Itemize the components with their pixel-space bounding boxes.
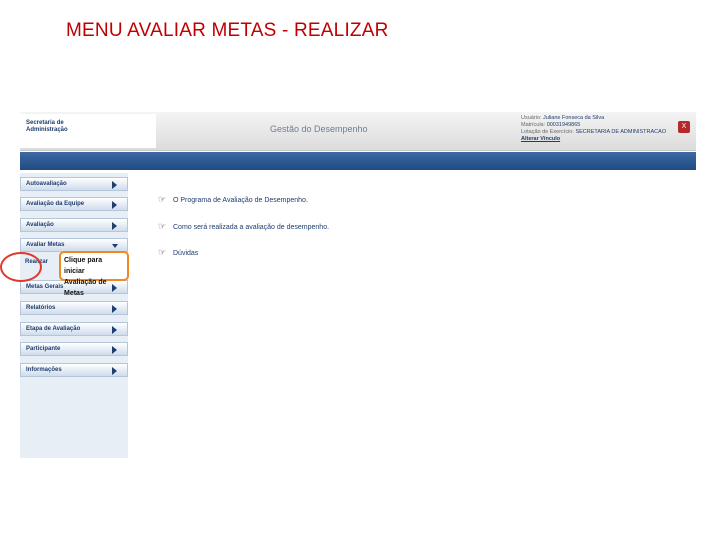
org-logo-box: Secretaria de Administração xyxy=(20,114,156,148)
content-link-como-sera[interactable]: ☞ Como será realizada a avaliação de dese… xyxy=(158,221,329,232)
menu-item-label: Avaliação xyxy=(26,222,54,228)
change-link[interactable]: Alterar Vínculo xyxy=(521,136,681,143)
content-link-duvidas[interactable]: ☞ Dúvidas xyxy=(158,247,198,258)
menu-item-label: Metas Gerais xyxy=(26,284,64,290)
side-menu: Autoavaliação Avaliação da Equipe Avalia… xyxy=(20,173,128,458)
registration-value: 00031949865 xyxy=(546,122,581,128)
menu-item-participante[interactable]: Participante xyxy=(20,342,128,356)
pointing-hand-icon: ☞ xyxy=(158,247,167,257)
menu-item-label: Informações xyxy=(26,367,62,373)
chevron-right-icon xyxy=(112,201,117,209)
menu-item-etapa-avaliacao[interactable]: Etapa de Avaliação xyxy=(20,322,128,336)
menu-item-informacoes[interactable]: Informações xyxy=(20,363,128,377)
menu-item-label: Avaliação da Equipe xyxy=(26,201,85,207)
menu-item-label: Relatórios xyxy=(26,305,56,311)
unit-value: SECRETARIA DE ADMINISTRACAO xyxy=(575,129,667,135)
instruction-callout: Clique para iniciar Avaliação de Metas xyxy=(59,251,129,297)
menu-item-label: Autoavaliação xyxy=(26,181,67,187)
menu-item-relatorios[interactable]: Relatórios xyxy=(20,301,128,315)
menu-item-autoavaliacao[interactable]: Autoavaliação xyxy=(20,177,128,191)
menu-item-avaliacao[interactable]: Avaliação xyxy=(20,218,128,232)
slide-title: MENU AVALIAR METAS - REALIZAR xyxy=(66,20,389,41)
chevron-right-icon xyxy=(112,367,117,375)
pointing-hand-icon: ☞ xyxy=(158,194,167,204)
callout-line-2: Avaliação de Metas xyxy=(64,279,107,297)
menu-item-avaliacao-equipe[interactable]: Avaliação da Equipe xyxy=(20,197,128,211)
org-name: Secretaria de Administração xyxy=(26,120,68,133)
chevron-right-icon xyxy=(112,222,117,230)
system-title: Gestão do Desempenho xyxy=(270,124,368,134)
callout-line-1: Clique para iniciar xyxy=(64,257,103,275)
chevron-right-icon xyxy=(112,346,117,354)
user-name: Juliane Fonseca da Silva xyxy=(543,115,605,121)
chevron-down-icon xyxy=(112,244,118,248)
content-link-label: Como será realizada a avaliação de desem… xyxy=(173,224,330,231)
app-header: Secretaria de Administração Gestão do De… xyxy=(20,112,696,151)
pointing-hand-icon: ☞ xyxy=(158,221,167,231)
user-info: Usuário: Juliane Fonseca da Silva Matríc… xyxy=(521,115,681,143)
highlight-ellipse xyxy=(0,252,42,282)
content-link-label: Dúvidas xyxy=(173,250,199,257)
chevron-right-icon xyxy=(112,326,117,334)
menu-item-label: Participante xyxy=(26,346,61,352)
registration-label: Matrícula: xyxy=(521,122,546,128)
chevron-right-icon xyxy=(112,181,117,189)
chevron-right-icon xyxy=(112,305,117,313)
unit-label: Lotação de Exercício: xyxy=(521,129,574,135)
content-link-label: O Programa de Avaliação de Desempenho. xyxy=(173,197,308,204)
menu-item-label: Etapa de Avaliação xyxy=(26,326,81,332)
menu-item-label: Avaliar Metas xyxy=(26,242,65,248)
content-link-programa[interactable]: ☞ O Programa de Avaliação de Desempenho. xyxy=(158,194,308,205)
menu-item-avaliar-metas[interactable]: Avaliar Metas xyxy=(20,238,128,252)
header-bar xyxy=(20,152,696,170)
close-button[interactable]: X xyxy=(678,121,690,133)
user-name-label: Usuário: xyxy=(521,115,542,121)
